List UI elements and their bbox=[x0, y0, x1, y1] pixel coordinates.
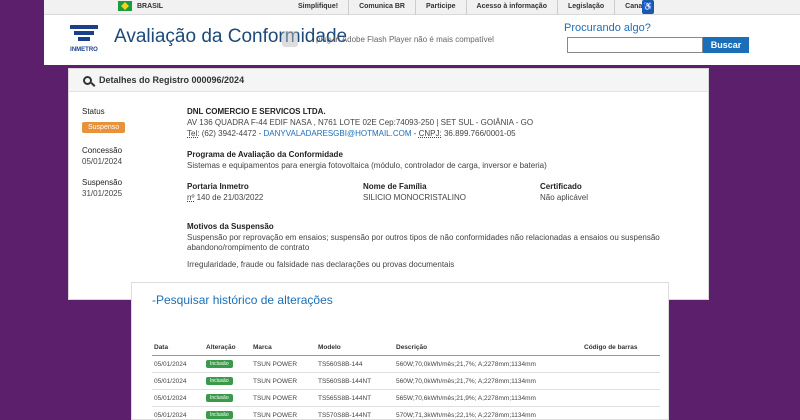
brazil-flag-icon bbox=[118, 1, 132, 11]
cert-label: Certificado bbox=[540, 182, 582, 191]
table-row: 05/01/2024 Inclusão TSUN POWER TS570S8B-… bbox=[152, 406, 660, 420]
record-main: DNL COMERCIO E SERVICOS LTDA. AV 136 QUA… bbox=[187, 107, 697, 269]
logo-text: INMETRO bbox=[70, 47, 98, 53]
portaria-no: nº bbox=[187, 193, 195, 202]
gov-links: Simplifique! Comunica BR Participe Acess… bbox=[288, 0, 658, 15]
search-icon bbox=[83, 75, 92, 85]
record-details-panel: Detalhes do Registro 000096/2024 Status … bbox=[68, 68, 709, 300]
row-model: TS565S8B-144NT bbox=[316, 389, 394, 407]
email-link[interactable]: DANYVALADARESGBI@HOTMAIL.COM bbox=[264, 129, 412, 138]
row-brand: TSUN POWER bbox=[251, 372, 316, 390]
table-header-row: Data Alteração Marca Modelo Descrição Có… bbox=[152, 340, 660, 356]
company-contact: Tel: (62) 3942-4472 - DANYVALADARESGBI@H… bbox=[187, 129, 516, 138]
col-modelo: Modelo bbox=[316, 340, 394, 356]
company-address: AV 136 QUADRA F-44 EDIF NASA , N761 LOTE… bbox=[187, 118, 534, 127]
gov-bar: BRASIL Simplifique! Comunica BR Particip… bbox=[44, 0, 800, 15]
col-alteracao: Alteração bbox=[204, 340, 251, 356]
row-model: TS570S8B-144NT bbox=[316, 406, 394, 420]
row-description: 570W;71,3kWh/mês;22,1%; A;2278mm;1134mm bbox=[394, 406, 582, 420]
change-badge: Inclusão bbox=[206, 394, 233, 402]
record-title: Detalhes do Registro 000096/2024 bbox=[99, 75, 245, 85]
row-date: 05/01/2024 bbox=[152, 372, 204, 390]
reasons-label: Motivos da Suspensão bbox=[187, 222, 274, 231]
col-data: Data bbox=[152, 340, 204, 356]
row-barcode bbox=[582, 355, 660, 373]
record-sidebar: Status Suspenso Concessão 05/01/2024 Sus… bbox=[82, 107, 172, 198]
history-toggle[interactable]: -Pesquisar histórico de alterações bbox=[152, 293, 333, 307]
row-description: 565W;70,6kWh/mês;21,9%; A;2278mm;1134mm bbox=[394, 389, 582, 407]
row-model: TS560S8B-144NT bbox=[316, 372, 394, 390]
brasil-label: BRASIL bbox=[137, 2, 164, 10]
row-brand: TSUN POWER bbox=[251, 406, 316, 420]
page-title: Avaliação da Conformidade bbox=[114, 26, 348, 47]
brasil-link[interactable]: BRASIL bbox=[118, 1, 163, 11]
change-badge: Inclusão bbox=[206, 411, 233, 419]
row-barcode bbox=[582, 372, 660, 390]
cnpj-value: 36.899.766/0001-05 bbox=[443, 129, 516, 138]
site-header: INMETRO Avaliação da Conformidade plug-i… bbox=[44, 15, 800, 65]
tel-value: (62) 3942-4472 bbox=[201, 129, 257, 138]
table-row: 05/01/2024 Inclusão TSUN POWER TS560S8B-… bbox=[152, 372, 660, 390]
row-description: 560W;70,0kWh/mês;21,7%; A;2278mm;1134mm bbox=[394, 372, 582, 390]
search-label: Procurando algo? bbox=[564, 22, 651, 34]
table-row: 05/01/2024 Inclusão TSUN POWER TS560S8B-… bbox=[152, 355, 660, 373]
col-codigo: Código de barras bbox=[582, 340, 660, 356]
col-descricao: Descrição bbox=[394, 340, 582, 356]
suspension-date: 31/01/2025 bbox=[82, 189, 123, 198]
family-value: SILICIO MONOCRISTALINO bbox=[363, 193, 466, 202]
gov-link-comunica[interactable]: Comunica BR bbox=[348, 0, 415, 15]
cert-value: Não aplicável bbox=[540, 193, 589, 202]
portaria-value: 140 de 21/03/2022 bbox=[196, 193, 264, 202]
inmetro-mark-icon bbox=[70, 23, 98, 45]
gov-link-acesso[interactable]: Acesso à informação bbox=[465, 0, 557, 15]
reason-2: Irregularidade, fraude ou falsidade nas … bbox=[187, 259, 455, 269]
history-panel: -Pesquisar histórico de alterações Data … bbox=[131, 282, 669, 420]
program-value: Sistemas e equipamentos para energia fot… bbox=[187, 161, 547, 170]
status-badge: Suspenso bbox=[82, 122, 126, 133]
cert-col: Certificado Não aplicável bbox=[540, 182, 588, 202]
row-description: 560W;70,0kWh/mês;21,7%; A;2278mm;1134mm bbox=[394, 355, 582, 373]
company-name: DNL COMERCIO E SERVICOS LTDA. bbox=[187, 107, 326, 116]
status-label: Status bbox=[82, 107, 105, 116]
suspension-label: Suspensão bbox=[82, 178, 123, 187]
panel-header: Detalhes do Registro 000096/2024 bbox=[69, 69, 708, 92]
flash-note: plug-in Adobe Flash Player não é mais co… bbox=[316, 35, 494, 44]
portaria-col: Portaria Inmetro nº 140 de 21/03/2022 bbox=[187, 182, 363, 202]
accessibility-icon[interactable]: ♿ bbox=[642, 0, 654, 14]
plugin-icon bbox=[282, 31, 298, 47]
gov-link-legislacao[interactable]: Legislação bbox=[556, 0, 614, 15]
concession-date: 05/01/2024 bbox=[82, 157, 123, 166]
col-marca: Marca bbox=[251, 340, 316, 356]
change-badge: Inclusão bbox=[206, 377, 233, 385]
reason-1: Suspensão por reprovação em ensaios; sus… bbox=[187, 233, 660, 253]
tel-label: Tel: bbox=[187, 129, 200, 138]
program-label: Programa de Avaliação da Conformidade bbox=[187, 150, 343, 159]
row-model: TS560S8B-144 bbox=[316, 355, 394, 373]
search-button[interactable]: Buscar bbox=[703, 37, 749, 53]
row-date: 05/01/2024 bbox=[152, 406, 204, 420]
cnpj-label: CNPJ: bbox=[418, 129, 442, 138]
gov-link-simplifique[interactable]: Simplifique! bbox=[288, 0, 348, 15]
inmetro-logo[interactable]: INMETRO bbox=[66, 23, 102, 63]
row-brand: TSUN POWER bbox=[251, 389, 316, 407]
row-date: 05/01/2024 bbox=[152, 355, 204, 373]
history-table: Data Alteração Marca Modelo Descrição Có… bbox=[152, 340, 660, 420]
row-barcode bbox=[582, 389, 660, 407]
record-info-grid: Portaria Inmetro nº 140 de 21/03/2022 No… bbox=[187, 182, 697, 202]
portaria-label: Portaria Inmetro bbox=[187, 182, 249, 191]
row-date: 05/01/2024 bbox=[152, 389, 204, 407]
family-label: Nome de Família bbox=[363, 182, 427, 191]
search-input[interactable] bbox=[567, 37, 703, 53]
family-col: Nome de Família SILICIO MONOCRISTALINO bbox=[363, 182, 540, 202]
row-brand: TSUN POWER bbox=[251, 355, 316, 373]
concession-label: Concessão bbox=[82, 146, 123, 155]
row-barcode bbox=[582, 406, 660, 420]
change-badge: Inclusão bbox=[206, 360, 233, 368]
table-row: 05/01/2024 Inclusão TSUN POWER TS565S8B-… bbox=[152, 389, 660, 407]
gov-link-participe[interactable]: Participe bbox=[414, 0, 466, 15]
